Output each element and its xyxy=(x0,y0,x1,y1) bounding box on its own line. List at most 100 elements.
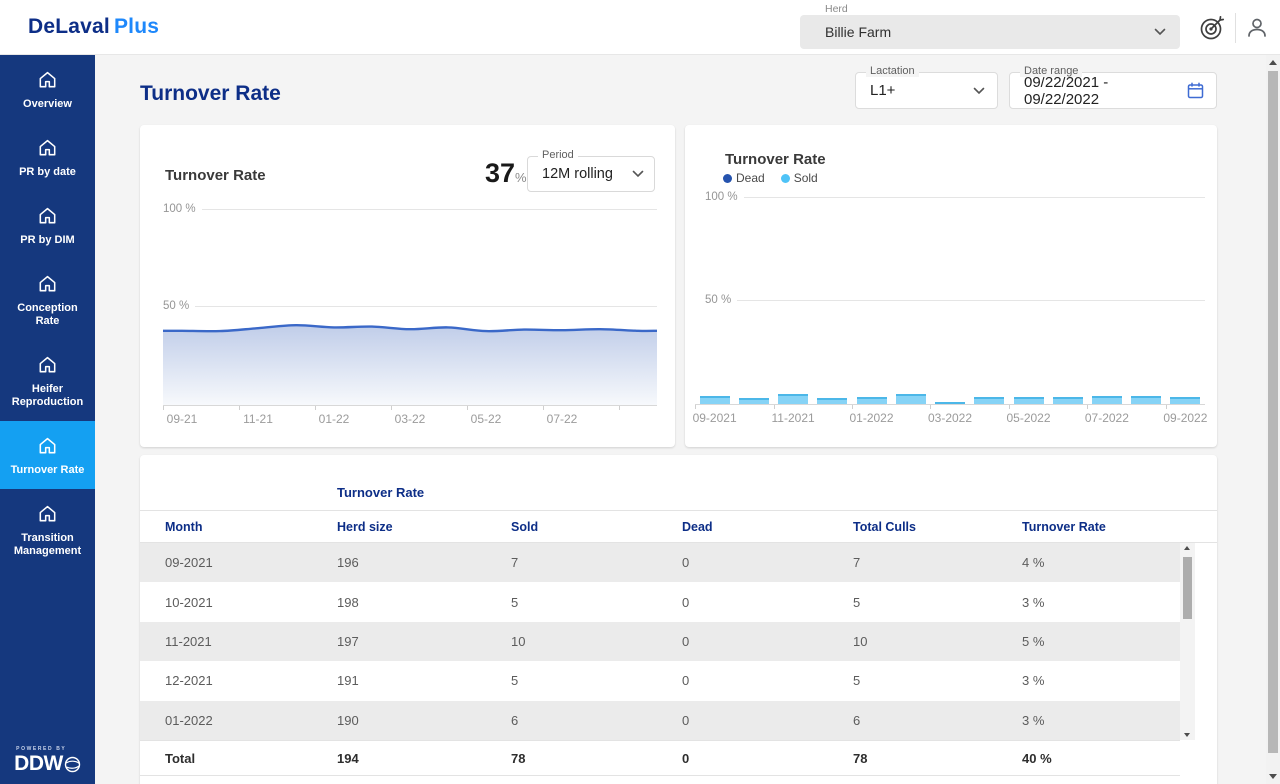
axis-tick xyxy=(315,406,316,410)
card-title: Turnover Rate xyxy=(725,151,826,168)
x-tick-label: 11-21 xyxy=(228,412,288,426)
table-row: 01-2022 190 6 0 6 3 % xyxy=(140,701,1180,740)
scroll-up-icon[interactable] xyxy=(1184,546,1190,550)
turnover-trend-card: Turnover Rate 37% Period 12M rolling 100… xyxy=(140,125,675,447)
table-scrollbar-thumb[interactable] xyxy=(1183,557,1192,619)
bar-sold xyxy=(1170,397,1200,404)
brand-logo: DeLavalPlus xyxy=(28,15,159,39)
cell-herd-size: 197 xyxy=(337,634,511,649)
column-header: Sold xyxy=(511,520,682,534)
cell-sold: 6 xyxy=(511,713,682,728)
scroll-up-icon[interactable] xyxy=(1269,60,1277,65)
ddw-logo-text: DDW xyxy=(14,752,63,776)
bar-sold xyxy=(1053,397,1083,404)
cell-total-culls: 7 xyxy=(853,555,1022,570)
column-header: Dead xyxy=(682,520,853,534)
turnover-line-chart xyxy=(163,205,657,405)
date-range-input[interactable]: Date range 09/22/2021 - 09/22/2022 xyxy=(1009,72,1217,109)
cell-turnover-rate: 4 % xyxy=(1022,555,1180,570)
table-header-row: Month Herd size Sold Dead Total Culls Tu… xyxy=(140,510,1217,543)
sidebar-item-heifer-reproduction[interactable]: Heifer Reproduction xyxy=(0,340,95,421)
bar-sold xyxy=(1014,397,1044,404)
sidebar-item-label: Heifer Reproduction xyxy=(4,383,91,409)
table-body: 09-2021 196 7 0 7 4 % 10-2021 198 5 0 5 … xyxy=(140,543,1180,740)
cell-dead: 0 xyxy=(682,713,853,728)
turnover-bars-card: Turnover Rate Dead Sold 100 % 50 % 09-20… xyxy=(685,125,1217,447)
axis-tick xyxy=(695,405,696,409)
axis-tick xyxy=(239,406,240,410)
herd-select[interactable]: Billie Farm xyxy=(800,15,1180,49)
cell-herd-size: 198 xyxy=(337,595,511,610)
goals-target-icon[interactable] xyxy=(1197,13,1227,43)
cell-dead: 0 xyxy=(682,555,853,570)
lactation-value: L1+ xyxy=(870,82,895,99)
globe-icon xyxy=(64,756,81,773)
calendar-icon[interactable] xyxy=(1187,82,1204,99)
axis-tick xyxy=(163,406,164,410)
axis-tick xyxy=(774,405,775,409)
lactation-select[interactable]: Lactation L1+ xyxy=(855,72,998,109)
cell-turnover-rate: 3 % xyxy=(1022,713,1180,728)
x-tick-label: 11-2021 xyxy=(763,411,823,425)
cell-month: 01-2022 xyxy=(165,713,337,728)
scroll-down-icon[interactable] xyxy=(1269,774,1277,779)
axis-tick xyxy=(1087,405,1088,409)
scroll-down-icon[interactable] xyxy=(1184,733,1190,737)
cell-sold: 10 xyxy=(511,634,682,649)
sidebar-item-conception-rate[interactable]: Conception Rate xyxy=(0,259,95,340)
kpi-unit: % xyxy=(515,170,527,185)
cell-turnover-rate: 3 % xyxy=(1022,673,1180,688)
cell-dead: 0 xyxy=(682,634,853,649)
brand-secondary: Plus xyxy=(114,15,159,38)
home-icon xyxy=(36,434,59,457)
x-axis-labels: 09-202111-202101-202203-202205-202207-20… xyxy=(695,411,1205,427)
table-total-row: Total 194 78 0 78 40 % xyxy=(140,740,1180,776)
sidebar-item-transition-management[interactable]: Transition Management xyxy=(0,489,95,570)
table-title: Turnover Rate xyxy=(337,485,424,500)
cell-sold: 5 xyxy=(511,673,682,688)
table-row: 11-2021 197 10 0 10 5 % xyxy=(140,622,1180,661)
page-title: Turnover Rate xyxy=(140,82,281,106)
cell-month: 12-2021 xyxy=(165,673,337,688)
cell-total-culls: 10 xyxy=(853,634,1022,649)
legend-dot-dead xyxy=(723,174,732,183)
x-tick-label: 05-2022 xyxy=(999,411,1059,425)
x-tick-label: 05-22 xyxy=(456,412,516,426)
period-select[interactable]: Period 12M rolling xyxy=(527,156,655,192)
herd-field: Herd Billie Farm xyxy=(800,2,1180,52)
cell-total-culls: 5 xyxy=(853,673,1022,688)
period-value: 12M rolling xyxy=(542,166,613,182)
y-tick-100: 100 % xyxy=(705,191,738,203)
x-tick-label: 01-22 xyxy=(304,412,364,426)
column-header: Turnover Rate xyxy=(1022,520,1217,534)
cell-herd-size: 191 xyxy=(337,673,511,688)
sidebar-item-overview[interactable]: Overview xyxy=(0,55,95,123)
axis-tick xyxy=(467,406,468,410)
x-tick-label: 09-21 xyxy=(152,412,212,426)
cell-month: 09-2021 xyxy=(165,555,337,570)
chevron-down-icon xyxy=(632,170,644,178)
period-label: Period xyxy=(538,149,578,161)
page-scrollbar[interactable] xyxy=(1266,55,1280,784)
sidebar-item-pr-by-date[interactable]: PR by date xyxy=(0,123,95,191)
cell-total-label: Total xyxy=(165,751,337,766)
x-tick-label: 03-22 xyxy=(380,412,440,426)
sidebar-item-label: Overview xyxy=(23,98,72,111)
sidebar-item-turnover-rate[interactable]: Turnover Rate xyxy=(0,421,95,489)
cell-sold: 5 xyxy=(511,595,682,610)
axis-tick xyxy=(543,406,544,410)
cell-month: 11-2021 xyxy=(165,634,337,649)
bar-sold xyxy=(857,397,887,404)
sidebar-item-label: PR by date xyxy=(19,166,76,179)
sidebar-item-pr-by-dim[interactable]: PR by DIM xyxy=(0,191,95,259)
table-scrollbar[interactable] xyxy=(1180,543,1195,740)
cell-herd-size: 196 xyxy=(337,555,511,570)
page-scrollbar-thumb[interactable] xyxy=(1268,71,1278,753)
column-header: Total Culls xyxy=(853,520,1022,534)
bar-sold xyxy=(1131,396,1161,404)
account-icon[interactable] xyxy=(1244,15,1270,41)
home-icon xyxy=(36,68,59,91)
home-icon xyxy=(36,353,59,376)
x-tick-label: 03-2022 xyxy=(920,411,980,425)
topbar-divider xyxy=(1235,13,1236,43)
